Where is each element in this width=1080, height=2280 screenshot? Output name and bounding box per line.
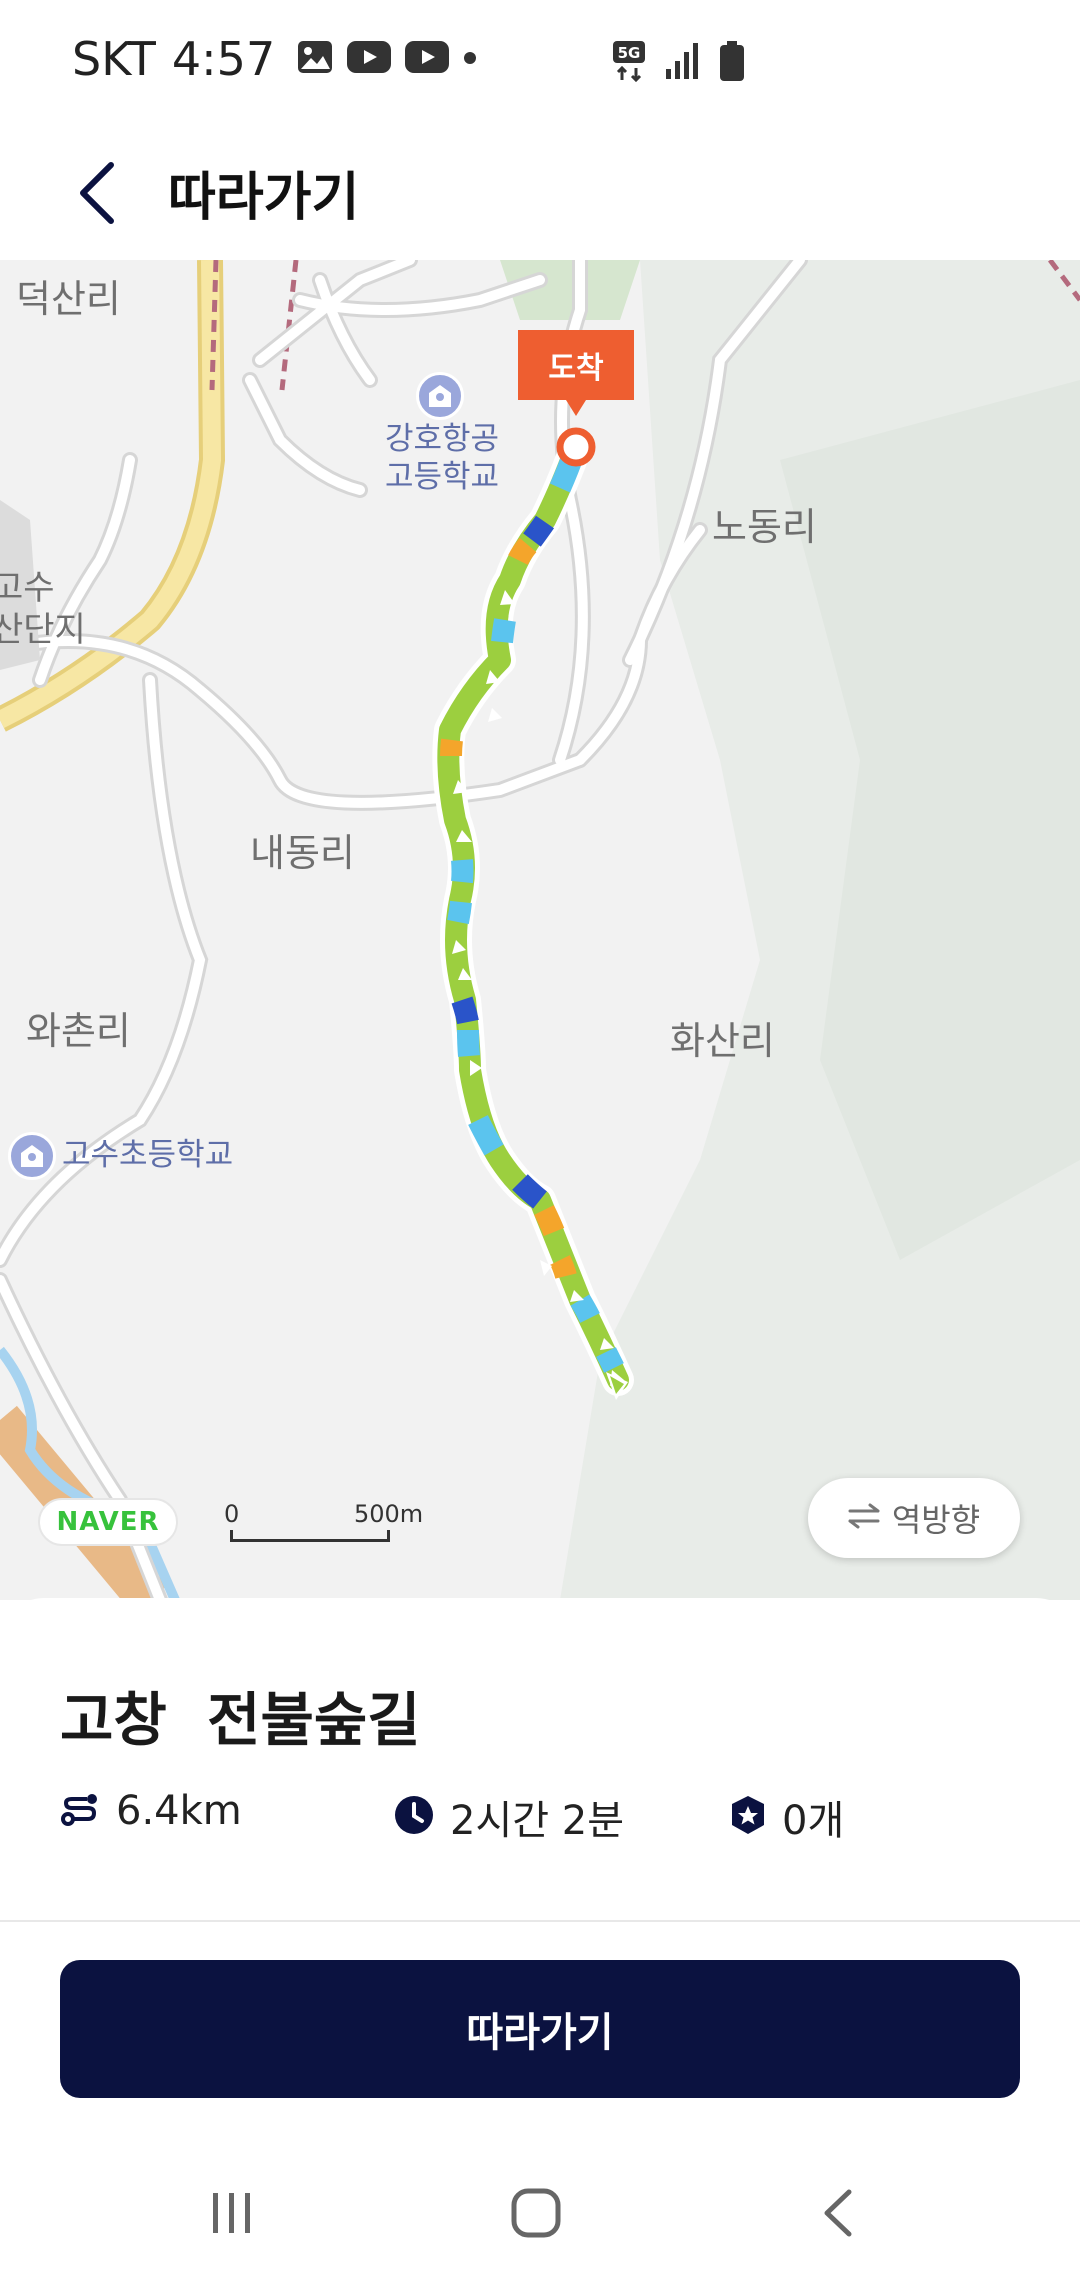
scale-zero-label: 0 <box>224 1500 240 1528</box>
stamp-star-icon <box>730 1795 766 1839</box>
duration-stat: 2시간 2분 <box>394 1788 624 1846</box>
place-label: 노동리 <box>712 505 817 549</box>
stamp-stat: 0개 <box>730 1788 844 1846</box>
home-button[interactable] <box>496 2180 576 2250</box>
status-right: 5G <box>612 40 744 86</box>
map-view[interactable]: 도착 덕산리 노동리 내동리 와촌리 화산리 고수 산단지 강호항공 고등학교 … <box>0 260 1080 1600</box>
clock-icon <box>394 1795 434 1839</box>
clock-time: 4:57 <box>171 32 276 86</box>
route-line <box>432 434 634 1400</box>
chevron-left-icon <box>77 161 117 229</box>
recent-apps-icon <box>209 2190 255 2240</box>
school-poi-icon[interactable] <box>416 372 464 420</box>
place-label: 화산리 <box>670 1019 775 1063</box>
reverse-direction-label: 역방향 <box>891 1501 981 1539</box>
follow-button-label: 따라가기 <box>466 2010 614 2056</box>
swap-arrows-icon <box>848 1503 880 1533</box>
network-5g-icon: 5G <box>612 40 646 86</box>
status-left: SKT 4:57 <box>72 32 477 86</box>
youtube-icon <box>347 41 392 77</box>
naver-logo: NAVER <box>38 1498 178 1546</box>
school-poi-icon[interactable] <box>8 1132 56 1180</box>
duration-value: 2시간 2분 <box>450 1798 625 1844</box>
arrival-flag[interactable]: 도착 <box>518 330 634 416</box>
system-back-button[interactable] <box>798 2180 878 2250</box>
status-bar: SKT 4:57 5G <box>0 0 1080 125</box>
app-header: 따라가기 <box>0 125 1080 260</box>
place-label: 와촌리 <box>26 1009 131 1053</box>
recent-apps-button[interactable] <box>192 2180 272 2250</box>
route-icon <box>60 1789 100 1833</box>
home-icon <box>511 2188 561 2242</box>
dot-icon <box>463 50 477 69</box>
scale-distance-label: 500m <box>354 1500 424 1528</box>
gallery-icon <box>297 40 333 78</box>
network-label: 5G <box>618 44 641 62</box>
poi-label[interactable]: 강호항공 고등학교 <box>378 420 506 496</box>
reverse-direction-button[interactable]: 역방향 <box>808 1478 1020 1558</box>
distance-stat: 6.4km <box>60 1788 242 1834</box>
place-label: 덕산리 <box>16 277 121 321</box>
scale-bar <box>230 1530 390 1542</box>
course-stats: 6.4km 2시간 2분 0개 <box>60 1788 1020 1848</box>
course-title: 고창 전불숲길 <box>60 1686 421 1754</box>
youtube-icon <box>405 41 450 77</box>
page-title: 따라가기 <box>168 168 360 228</box>
place-label: 내동리 <box>250 831 355 875</box>
place-label: 산단지 <box>0 610 86 650</box>
battery-icon <box>720 41 744 85</box>
carrier-label: SKT <box>72 32 156 86</box>
arrival-marker[interactable] <box>556 427 596 467</box>
signal-icon <box>666 43 700 83</box>
system-nav-bar <box>0 2140 1080 2280</box>
poi-label[interactable]: 고수초등학교 <box>62 1136 233 1174</box>
divider <box>0 1920 1080 1922</box>
follow-button[interactable]: 따라가기 <box>60 1960 1020 2098</box>
stamp-count: 0개 <box>782 1798 845 1844</box>
map-scale: 0 500m <box>224 1500 424 1550</box>
map-base <box>0 260 1080 1600</box>
back-icon <box>821 2188 855 2242</box>
distance-value: 6.4km <box>116 1788 242 1834</box>
back-button[interactable] <box>62 155 132 235</box>
